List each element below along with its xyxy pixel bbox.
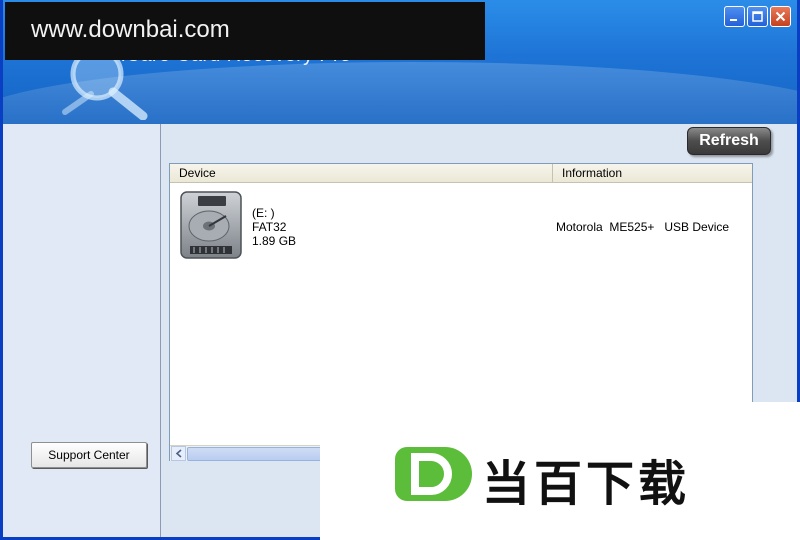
list-header: Device Information (170, 164, 752, 183)
device-details: (E: ) FAT32 1.89 GB (252, 206, 296, 248)
maximize-button[interactable] (747, 6, 768, 27)
app-window: iCare Card Recovery Pro www.downbai.com … (0, 0, 800, 540)
column-header-information[interactable]: Information (553, 164, 752, 182)
column-header-device[interactable]: Device (170, 164, 553, 182)
window-controls (724, 6, 791, 27)
close-button[interactable] (770, 6, 791, 27)
device-filesystem: FAT32 (252, 220, 287, 234)
logo-d-icon (395, 447, 472, 501)
maximize-icon (752, 11, 763, 22)
device-information: Motorola ME525+ USB Device (556, 220, 730, 234)
logo-text: 当百下载 (482, 456, 691, 512)
refresh-button[interactable]: Refresh (687, 127, 771, 155)
minimize-button[interactable] (724, 6, 745, 27)
site-logo-watermark: 当百下载 (320, 402, 800, 540)
support-center-button[interactable]: Support Center (31, 442, 147, 468)
chevron-left-icon (175, 449, 182, 458)
left-sidebar: Support Center (3, 124, 161, 537)
device-size: 1.89 GB (252, 234, 297, 248)
watermark-text: www.downbai.com (31, 16, 230, 43)
watermark-banner: www.downbai.com (5, 2, 485, 60)
minimize-icon (730, 19, 737, 21)
hard-drive-icon (180, 191, 242, 259)
device-row[interactable]: (E: ) FAT32 1.89 GB Motorola ME525+ USB … (170, 184, 752, 264)
close-icon (775, 11, 786, 22)
scroll-left-button[interactable] (171, 446, 186, 461)
device-drive-letter: (E: ) (252, 206, 275, 220)
